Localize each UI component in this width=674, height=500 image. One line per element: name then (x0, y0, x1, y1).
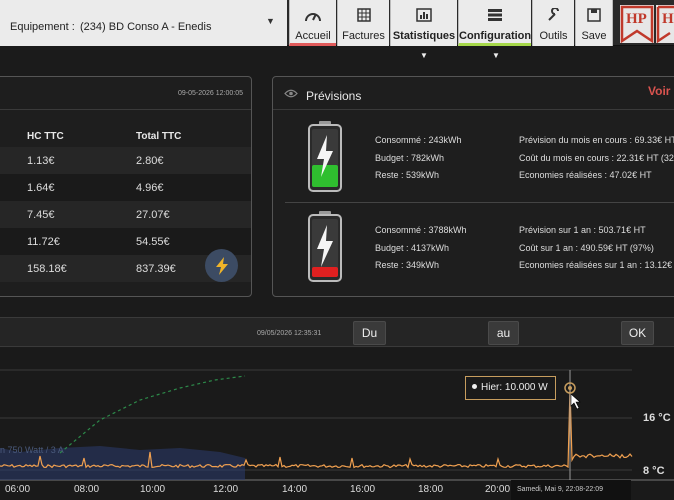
year-budget: Budget : 4137kWh (375, 243, 450, 253)
y-axis-label-8: 8 °C (643, 465, 665, 477)
equipment-value: (234) BD Conso A - Enedis (80, 21, 212, 33)
year-consomme: Consommé : 3788kWh (375, 225, 467, 235)
du-button[interactable]: Du (353, 321, 386, 345)
panel-timestamp: 09-05-2026 12:00:05 (178, 90, 243, 97)
month-budget: Budget : 782kWh (375, 153, 445, 163)
nav-factures-label: Factures (342, 30, 385, 42)
year-cout: Coût sur 1 an : 490.59€ HT (97%) (519, 243, 654, 253)
chart-legend-text: n 750 Watt / 3 A (0, 445, 64, 455)
cell-total: 2.80€ (136, 155, 164, 167)
nav-save[interactable]: Save (575, 0, 613, 46)
voir-link[interactable]: Voir (648, 84, 670, 98)
ok-button[interactable]: OK (621, 321, 654, 345)
year-economies: Economies réalisées sur 1 an : 13.12€ H (519, 260, 674, 270)
battery-red-icon (308, 211, 342, 282)
cost-summary-panel: 09-05-2026 12:00:05 HC TTC Total TTC 1.1… (0, 76, 252, 297)
nav-factures[interactable]: Factures (337, 0, 389, 46)
chevron-down-icon: ▼ (266, 16, 275, 26)
table-icon (338, 8, 389, 24)
equipment-label: Equipement : (10, 21, 75, 33)
cell-total: 27.07€ (136, 209, 170, 221)
cell-hc: 7.45€ (27, 209, 55, 221)
hp-badge-label: HP (626, 11, 647, 27)
lightning-icon (215, 256, 228, 275)
y-axis-label-16: 16 °C (643, 412, 671, 424)
nav-outils-label: Outils (539, 30, 568, 42)
bar-chart-icon (391, 8, 457, 24)
column-header-hc: HC TTC (27, 131, 64, 142)
eye-icon (284, 89, 298, 98)
tooltip-text: Hier: 10.000 W (481, 382, 548, 393)
tooltip-dot (472, 384, 477, 389)
cell-hc: 11.72€ (27, 236, 60, 248)
column-header-total: Total TTC (136, 131, 182, 142)
year-prevision: Prévision sur 1 an : 503.71€ HT (519, 225, 646, 235)
au-button[interactable]: au (488, 321, 519, 345)
x-axis-label: 06:00 (5, 484, 31, 495)
x-axis-label: 10:00 (140, 484, 166, 495)
nav-accueil-label: Accueil (295, 30, 331, 42)
battery-green-icon (308, 121, 342, 192)
statistiques-dropdown-icon[interactable]: ▼ (420, 51, 428, 60)
x-axis-label: 12:00 (213, 484, 239, 495)
chart-tooltip: Hier: 10.000 W (465, 376, 556, 400)
x-axis-label: 08:00 (74, 484, 100, 495)
nav-outils[interactable]: Outils (532, 0, 574, 46)
hc-badge-label: H (662, 11, 674, 27)
nav-save-label: Save (581, 30, 607, 42)
top-bar: Equipement : (234) BD Conso A - Enedis ▼… (0, 0, 674, 46)
power-chart[interactable] (0, 348, 674, 500)
panel-header: 09-05-2026 12:00:05 (0, 77, 251, 110)
x-axis-label: 18:00 (418, 484, 444, 495)
nav-accueil[interactable]: Accueil (289, 0, 336, 46)
cell-hc: 158.18€ (27, 263, 67, 275)
cell-hc: 1.13€ (27, 155, 55, 167)
cell-total: 4.96€ (136, 182, 164, 194)
hp-badge[interactable]: HP (620, 5, 654, 43)
panel-header: Prévisions Voir (273, 77, 674, 110)
cell-hc: 1.64€ (27, 182, 55, 194)
previsions-panel: Prévisions Voir Consommé : 243kWh Budget… (272, 76, 674, 297)
equipment-selector[interactable]: Equipement : (234) BD Conso A - Enedis ▼ (0, 0, 287, 46)
configuration-dropdown-icon[interactable]: ▼ (492, 51, 500, 60)
month-reste: Reste : 539kWh (375, 170, 440, 180)
cell-total: 837.39€ (136, 263, 176, 275)
month-economies: Economies réalisées : 47.02€ HT (519, 170, 652, 180)
table-row: 1.13€ 2.80€ (0, 147, 251, 174)
date-range-bar: 09/05/2026 12:35:31 Du au OK (0, 317, 674, 347)
datebar-timestamp: 09/05/2026 12:35:31 (257, 330, 322, 337)
month-prevision: Prévision du mois en cours : 69.33€ HT (519, 135, 674, 145)
table-row: 1.64€ 4.96€ (0, 174, 251, 201)
nav-statistiques-label: Statistiques (392, 30, 456, 42)
year-reste: Reste : 349kWh (375, 260, 440, 270)
x-axis-label: 14:00 (282, 484, 308, 495)
nav-statistiques[interactable]: Statistiques (390, 0, 457, 46)
hover-point-center (568, 386, 572, 390)
x-axis-label: 20:00 (485, 484, 511, 495)
cell-total: 54.55€ (136, 236, 170, 248)
chart-footer-label: Samedi, Mai 9, 22:08-22:09 (511, 480, 631, 500)
x-axis-label: 16:00 (350, 484, 376, 495)
table-row: 7.45€ 27.07€ (0, 201, 251, 228)
divider (285, 202, 674, 203)
nav-configuration[interactable]: Configuration (458, 0, 531, 46)
server-icon (459, 8, 531, 24)
nav-configuration-label: Configuration (459, 30, 532, 42)
month-consomme: Consommé : 243kWh (375, 135, 462, 145)
hc-badge[interactable]: H (656, 5, 674, 43)
wrench-icon (533, 8, 574, 24)
previsions-title: Prévisions (306, 89, 362, 103)
month-cout: Coût du mois en cours : 22.31€ HT (32% (519, 153, 674, 163)
dashboard-icon (290, 8, 336, 24)
lightning-button[interactable] (205, 249, 238, 282)
floppy-icon (576, 8, 612, 24)
